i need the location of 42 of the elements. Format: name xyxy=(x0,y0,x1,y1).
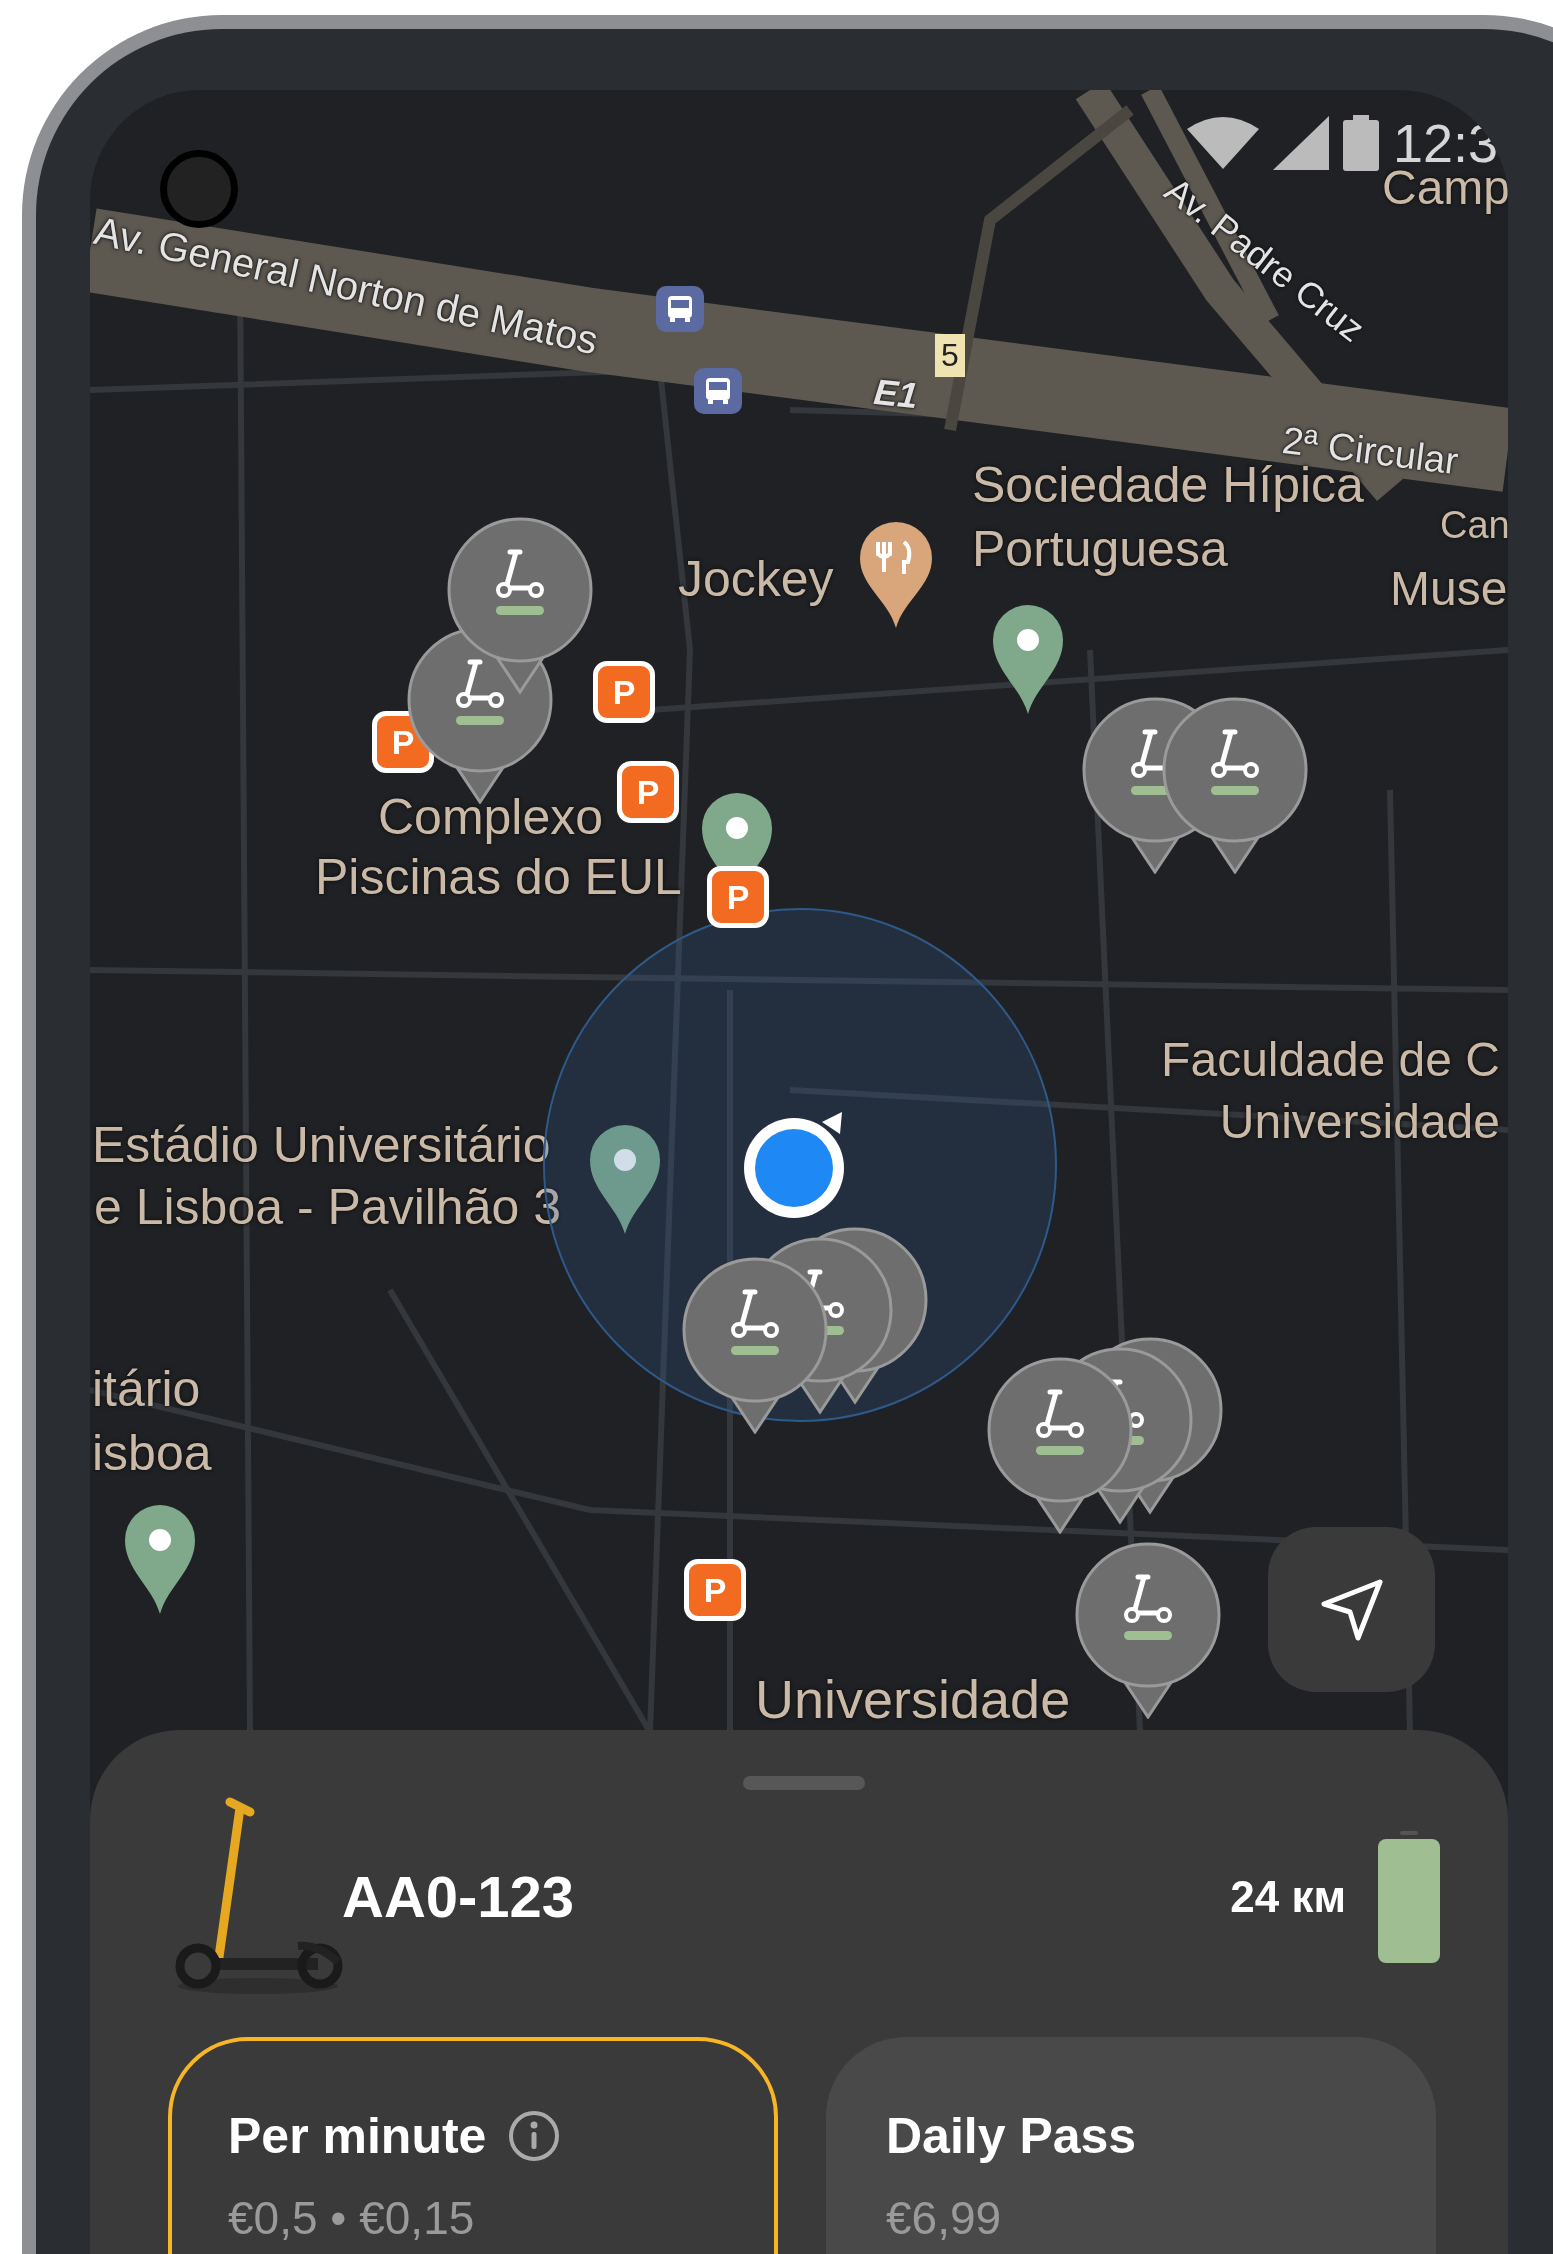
place-label: Portuguesa xyxy=(972,522,1228,577)
place-label: Piscinas do EUL xyxy=(315,850,682,905)
restaurant-pin-icon xyxy=(858,520,934,630)
bus-stop-icon xyxy=(694,368,742,414)
plan-card[interactable]: Per minute €0,5 • €0,15 xyxy=(168,2037,778,2254)
road-label: Av. General Norton de Matos xyxy=(90,208,603,363)
place-label: itário xyxy=(92,1362,201,1417)
place-pin-icon xyxy=(124,1504,196,1616)
parking-marker[interactable]: P xyxy=(593,661,655,723)
place-label: e Lisboa - Pavilhão 3 xyxy=(94,1180,561,1235)
plan-title: Daily Pass xyxy=(886,2107,1137,2165)
place-label: Jockey xyxy=(678,552,834,607)
parking-marker[interactable]: P xyxy=(707,866,769,928)
place-pin-icon xyxy=(992,604,1064,716)
info-icon[interactable] xyxy=(508,2110,561,2162)
place-label: Muse xyxy=(1390,563,1508,616)
drag-handle[interactable] xyxy=(743,1776,865,1790)
parking-marker[interactable]: P xyxy=(684,1559,746,1621)
my-location-button[interactable] xyxy=(1268,1527,1435,1692)
place-label: Can xyxy=(1440,505,1508,547)
plan-title: Per minute xyxy=(228,2107,487,2165)
range-text: 24 км xyxy=(1230,1871,1346,1922)
road-label: E1 xyxy=(871,372,920,416)
place-label: Complexo xyxy=(378,790,604,845)
place-label: Faculdade de C xyxy=(1161,1034,1500,1087)
place-label: Universidade xyxy=(755,1670,1071,1730)
place-label: Camp xyxy=(1382,162,1508,215)
wifi-icon xyxy=(1186,117,1259,169)
battery-icon xyxy=(1378,1830,1440,1963)
vehicle-plate: AA0-123 xyxy=(342,1863,575,1930)
parking-marker[interactable]: P xyxy=(617,761,679,823)
navigation-arrow-icon xyxy=(1319,1577,1384,1642)
route-shield: 5 xyxy=(935,334,965,378)
place-pin-icon xyxy=(589,1124,661,1236)
signal-icon xyxy=(1272,116,1329,170)
plan-price: €0,5 • €0,15 xyxy=(228,2191,476,2245)
place-label: Universidade xyxy=(1219,1096,1500,1149)
battery-icon xyxy=(1342,115,1379,171)
bus-stop-icon xyxy=(656,286,704,332)
plan-card[interactable]: Daily Pass €6,99 xyxy=(826,2037,1436,2254)
plan-price: €6,99 xyxy=(886,2191,1003,2245)
place-label: isboa xyxy=(92,1426,212,1481)
